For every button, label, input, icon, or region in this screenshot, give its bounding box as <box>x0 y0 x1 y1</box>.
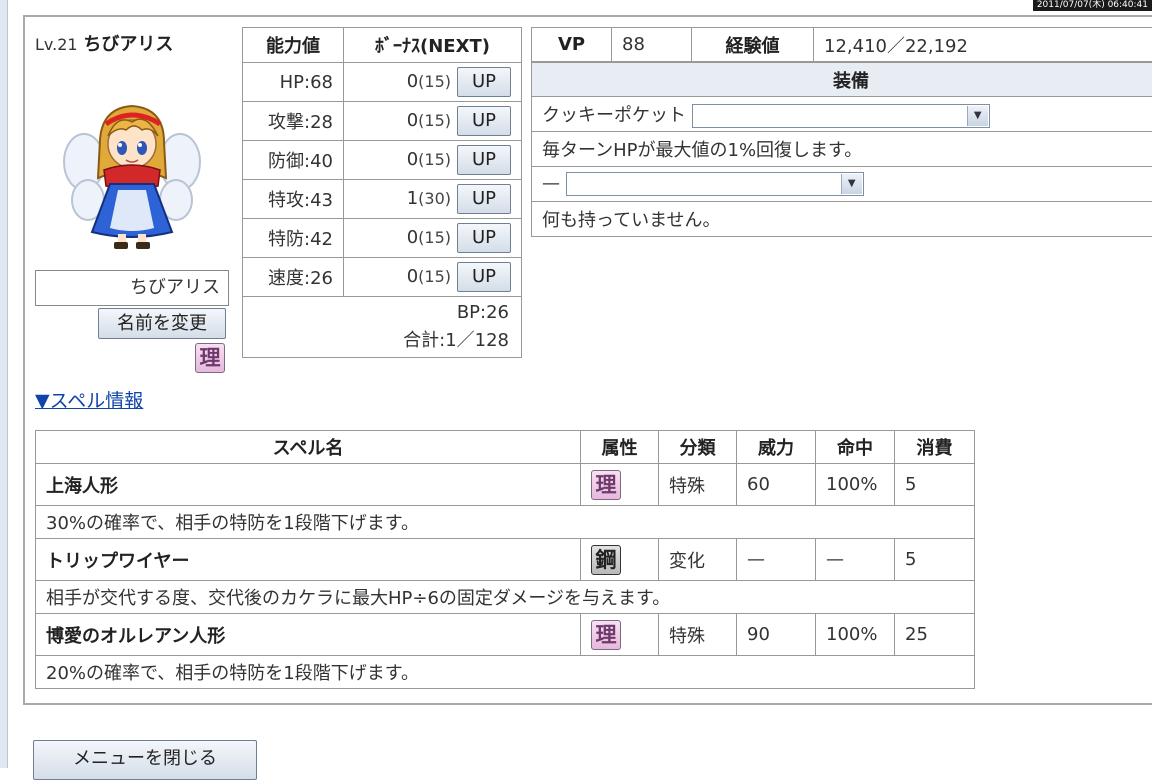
stat-bonus: 1 <box>407 188 418 209</box>
attribute-steel-icon: 鋼 <box>591 545 621 575</box>
attribute-ri-icon: 理 <box>591 620 621 650</box>
attribute-ri-icon: 理 <box>195 343 225 373</box>
spell-category: 特殊 <box>659 614 737 656</box>
stat-bonus: 0 <box>407 266 418 287</box>
stat-label: HP:68 <box>243 63 344 102</box>
spell-power: — <box>737 539 816 581</box>
bp-summary: BP:26 合計:1／128 <box>243 297 522 358</box>
stat-bonus: 0 <box>407 71 418 92</box>
spell-accuracy: — <box>816 539 895 581</box>
spell-accuracy: 100% <box>816 614 895 656</box>
stat-next: (15) <box>418 228 451 247</box>
equip-slot-1-desc: 毎ターンHPが最大値の1%回復します。 <box>532 132 1152 167</box>
exp-value: 12,410／22,192 <box>814 28 1152 62</box>
spell-category: 変化 <box>659 539 737 581</box>
character-name-field[interactable]: ちびアリス <box>35 270 229 306</box>
character-sprite <box>62 100 202 250</box>
stat-row-sp-attack: 特攻:43 1(30) UP <box>243 180 522 219</box>
spell-accuracy: 100% <box>816 464 895 506</box>
stat-next: (15) <box>418 72 451 91</box>
stat-next: (15) <box>418 267 451 286</box>
up-button-sp-attack[interactable]: UP <box>457 184 511 214</box>
stat-label: 速度:26 <box>243 258 344 297</box>
stat-bonus: 0 <box>407 110 418 131</box>
stat-next: (15) <box>418 150 451 169</box>
stat-row-speed: 速度:26 0(15) UP <box>243 258 522 297</box>
stat-bonus: 0 <box>407 227 418 248</box>
level-label: Lv.21 <box>35 35 78 54</box>
equipment-header: 装備 <box>532 63 1152 97</box>
up-button-attack[interactable]: UP <box>457 106 511 136</box>
spell-power: 90 <box>737 614 816 656</box>
equip-slot-2-select[interactable]: ▼ <box>566 172 864 196</box>
spell-header-accuracy: 命中 <box>816 431 895 464</box>
up-button-sp-defense[interactable]: UP <box>457 223 511 253</box>
spell-power: 60 <box>737 464 816 506</box>
stats-table: 能力値 ﾎﾞｰﾅｽ(NEXT) HP:68 0(15)UP 攻撃:28 0(15… <box>242 27 522 358</box>
up-button-hp[interactable]: UP <box>457 67 511 97</box>
stats-header-bonus: ﾎﾞｰﾅｽ(NEXT) <box>344 28 522 63</box>
spell-header-cost: 消費 <box>895 431 975 464</box>
stat-label: 攻撃:28 <box>243 102 344 141</box>
attribute-ri-icon: 理 <box>591 470 621 500</box>
spell-table: スペル名 属性 分類 威力 命中 消費 上海人形 理 特殊 60 100% 5 … <box>35 430 975 689</box>
left-page-strip <box>0 0 8 768</box>
character-name: ちびアリス <box>83 34 173 55</box>
stat-row-attack: 攻撃:28 0(15) UP <box>243 102 522 141</box>
equipment-table: 装備 クッキーポケット ▼ 毎ターンHPが最大値の1%回復します。 — ▼ 何も… <box>531 62 1152 237</box>
spell-desc: 相手が交代する度、交代後のカケラに最大HP÷6の固定ダメージを与えます。 <box>36 581 975 614</box>
spell-row: トリップワイヤー 鋼 変化 — — 5 <box>36 539 975 581</box>
vp-exp-table: VP 88 経験値 12,410／22,192 <box>531 27 1152 62</box>
spell-header-category: 分類 <box>659 431 737 464</box>
equip-slot-1: クッキーポケット ▼ <box>532 97 1152 132</box>
spell-header-name: スペル名 <box>36 431 581 464</box>
exp-label: 経験値 <box>692 28 814 62</box>
stats-header-name: 能力値 <box>243 28 344 63</box>
spell-name: トリップワイヤー <box>36 539 581 581</box>
spell-info-link[interactable]: ▼スペル情報 <box>35 386 143 413</box>
close-menu-button[interactable]: メニューを閉じる <box>33 740 257 780</box>
up-button-speed[interactable]: UP <box>457 262 511 292</box>
spell-cost: 25 <box>895 614 975 656</box>
spell-category: 特殊 <box>659 464 737 506</box>
spell-name: 博愛のオルレアン人形 <box>36 614 581 656</box>
vp-label: VP <box>532 28 612 62</box>
spell-cost: 5 <box>895 464 975 506</box>
datetime-readout: 2011/07/07(木) 06:40:41 <box>1033 0 1152 11</box>
stat-label: 特防:42 <box>243 219 344 258</box>
bp-remaining: BP:26 <box>243 299 509 327</box>
up-button-defense[interactable]: UP <box>457 145 511 175</box>
spell-desc: 20%の確率で、相手の特防を1段階下げます。 <box>36 656 975 689</box>
stat-bonus: 0 <box>407 149 418 170</box>
stat-label: 特攻:43 <box>243 180 344 219</box>
stat-next: (15) <box>418 111 451 130</box>
stat-label: 防御:40 <box>243 141 344 180</box>
spell-row: 上海人形 理 特殊 60 100% 5 <box>36 464 975 506</box>
equip-slot-2-name: — <box>542 173 560 194</box>
stat-row-defense: 防御:40 0(15) UP <box>243 141 522 180</box>
equip-slot-2-desc: 何も持っていません。 <box>532 202 1152 237</box>
chevron-down-icon: ▼ <box>967 106 988 126</box>
stat-row-sp-defense: 特防:42 0(15) UP <box>243 219 522 258</box>
stat-next: (30) <box>418 189 451 208</box>
stat-row-hp: HP:68 0(15) UP <box>243 63 522 102</box>
spell-header-attr: 属性 <box>581 431 659 464</box>
character-level-name: Lv.21 ちびアリス <box>35 30 173 56</box>
spell-name: 上海人形 <box>36 464 581 506</box>
spell-header-power: 威力 <box>737 431 816 464</box>
spell-cost: 5 <box>895 539 975 581</box>
chevron-down-icon: ▼ <box>841 174 862 194</box>
equip-slot-1-name: クッキーポケット <box>542 105 686 126</box>
spell-row: 博愛のオルレアン人形 理 特殊 90 100% 25 <box>36 614 975 656</box>
spell-desc: 30%の確率で、相手の特防を1段階下げます。 <box>36 506 975 539</box>
rename-button[interactable]: 名前を変更 <box>98 308 226 339</box>
vp-value: 88 <box>612 28 692 62</box>
bp-total: 合計:1／128 <box>243 327 509 355</box>
equip-slot-1-select[interactable]: ▼ <box>692 104 990 128</box>
equip-slot-2: — ▼ <box>532 167 1152 202</box>
